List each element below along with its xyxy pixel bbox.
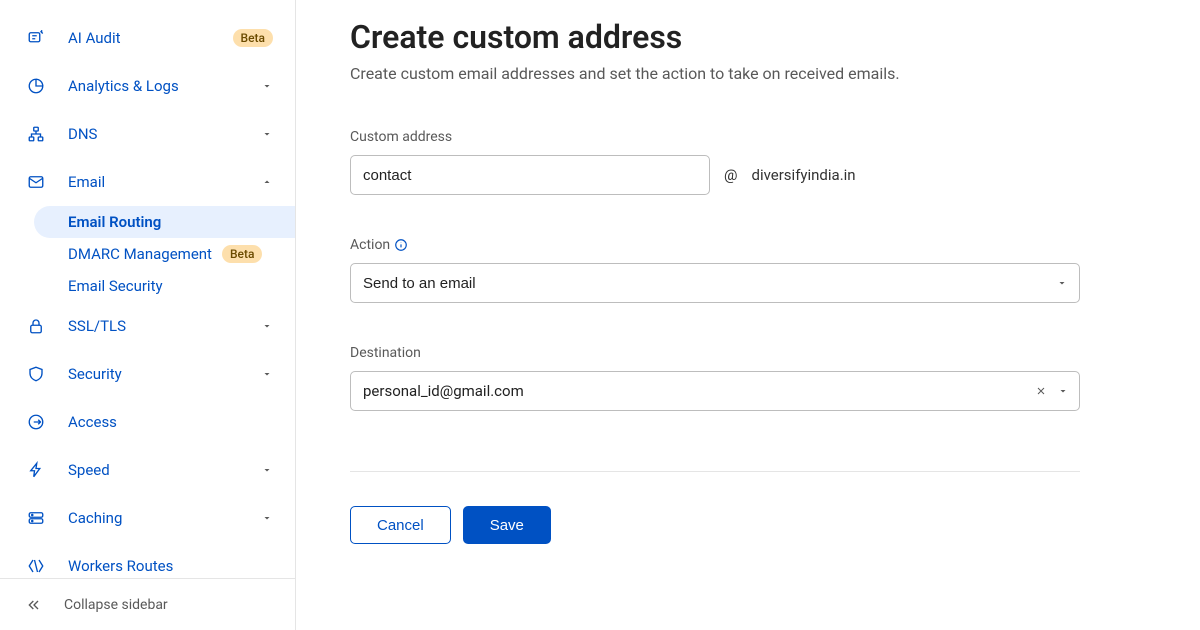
divider xyxy=(350,471,1080,472)
nav-label: Access xyxy=(68,413,273,431)
custom-address-input[interactable] xyxy=(350,155,710,195)
sidebar: AI Audit Beta Analytics & Logs xyxy=(0,0,296,630)
destination-combobox[interactable]: personal_id@gmail.com xyxy=(350,371,1080,411)
main-panel: Create custom address Create custom emai… xyxy=(296,0,1200,630)
domain-text: diversifyindia.in xyxy=(751,166,855,184)
destination-value: personal_id@gmail.com xyxy=(363,382,1031,400)
sidebar-subitem-dmarc[interactable]: DMARC Management Beta xyxy=(68,238,295,270)
chevron-down-icon xyxy=(261,368,273,380)
sidebar-item-ai-audit[interactable]: AI Audit Beta xyxy=(0,14,295,62)
sidebar-item-workers[interactable]: Workers Routes xyxy=(0,542,295,578)
chevron-down-icon xyxy=(261,464,273,476)
sub-label: Email Routing xyxy=(68,213,161,231)
analytics-icon xyxy=(26,76,46,96)
sidebar-item-analytics[interactable]: Analytics & Logs xyxy=(0,62,295,110)
sidebar-subitem-email-routing[interactable]: Email Routing xyxy=(34,206,295,238)
shield-icon xyxy=(26,364,46,384)
ai-audit-icon xyxy=(26,28,46,48)
field-custom-address: Custom address @ diversifyindia.in xyxy=(350,129,1140,195)
chevron-down-icon xyxy=(261,128,273,140)
sidebar-item-dns[interactable]: DNS xyxy=(0,110,295,158)
collapse-label: Collapse sidebar xyxy=(64,597,168,613)
lock-icon xyxy=(26,316,46,336)
collapse-icon xyxy=(26,597,46,613)
chevron-up-icon xyxy=(261,176,273,188)
destination-label: Destination xyxy=(350,345,1140,361)
action-select[interactable]: Send to an email xyxy=(350,263,1080,303)
custom-address-label: Custom address xyxy=(350,129,1140,145)
chevron-down-icon[interactable] xyxy=(1057,385,1069,397)
chevron-down-icon xyxy=(261,80,273,92)
page-subtitle: Create custom email addresses and set th… xyxy=(350,64,1140,83)
email-submenu: Email Routing DMARC Management Beta Emai… xyxy=(0,206,295,302)
collapse-sidebar-button[interactable]: Collapse sidebar xyxy=(0,578,295,630)
chevron-down-icon xyxy=(261,512,273,524)
field-action: Action Send to an email xyxy=(350,237,1140,303)
nav-label: DNS xyxy=(68,125,261,143)
sidebar-item-ssl[interactable]: SSL/TLS xyxy=(0,302,295,350)
email-icon xyxy=(26,172,46,192)
save-button[interactable]: Save xyxy=(463,506,551,544)
nav-label: Analytics & Logs xyxy=(68,77,261,95)
workers-icon xyxy=(26,556,46,576)
sidebar-nav: AI Audit Beta Analytics & Logs xyxy=(0,0,295,578)
sub-label: DMARC Management xyxy=(68,245,212,263)
nav-label: SSL/TLS xyxy=(68,317,261,335)
sidebar-subitem-email-security[interactable]: Email Security xyxy=(68,270,295,302)
bolt-icon xyxy=(26,460,46,480)
sidebar-item-caching[interactable]: Caching xyxy=(0,494,295,542)
nav-label: Speed xyxy=(68,461,261,479)
access-icon xyxy=(26,412,46,432)
sub-label: Email Security xyxy=(68,277,163,295)
page-title: Create custom address xyxy=(350,18,1140,56)
nav-label: Email xyxy=(68,173,261,191)
sidebar-item-access[interactable]: Access xyxy=(0,398,295,446)
sidebar-item-email[interactable]: Email xyxy=(0,158,295,206)
nav-label: Workers Routes xyxy=(68,557,273,575)
beta-badge: Beta xyxy=(233,29,273,47)
nav-label: Security xyxy=(68,365,261,383)
form-actions: Cancel Save xyxy=(350,506,1140,544)
dns-icon xyxy=(26,124,46,144)
sidebar-item-speed[interactable]: Speed xyxy=(0,446,295,494)
caching-icon xyxy=(26,508,46,528)
info-icon[interactable] xyxy=(394,238,408,252)
clear-icon[interactable] xyxy=(1031,381,1051,401)
at-symbol: @ xyxy=(724,166,737,184)
nav-label: Caching xyxy=(68,509,261,527)
sidebar-item-security[interactable]: Security xyxy=(0,350,295,398)
field-destination: Destination personal_id@gmail.com xyxy=(350,345,1140,411)
action-label: Action xyxy=(350,237,390,253)
beta-badge: Beta xyxy=(222,245,262,263)
nav-label: AI Audit xyxy=(68,29,223,47)
chevron-down-icon xyxy=(261,320,273,332)
cancel-button[interactable]: Cancel xyxy=(350,506,451,544)
